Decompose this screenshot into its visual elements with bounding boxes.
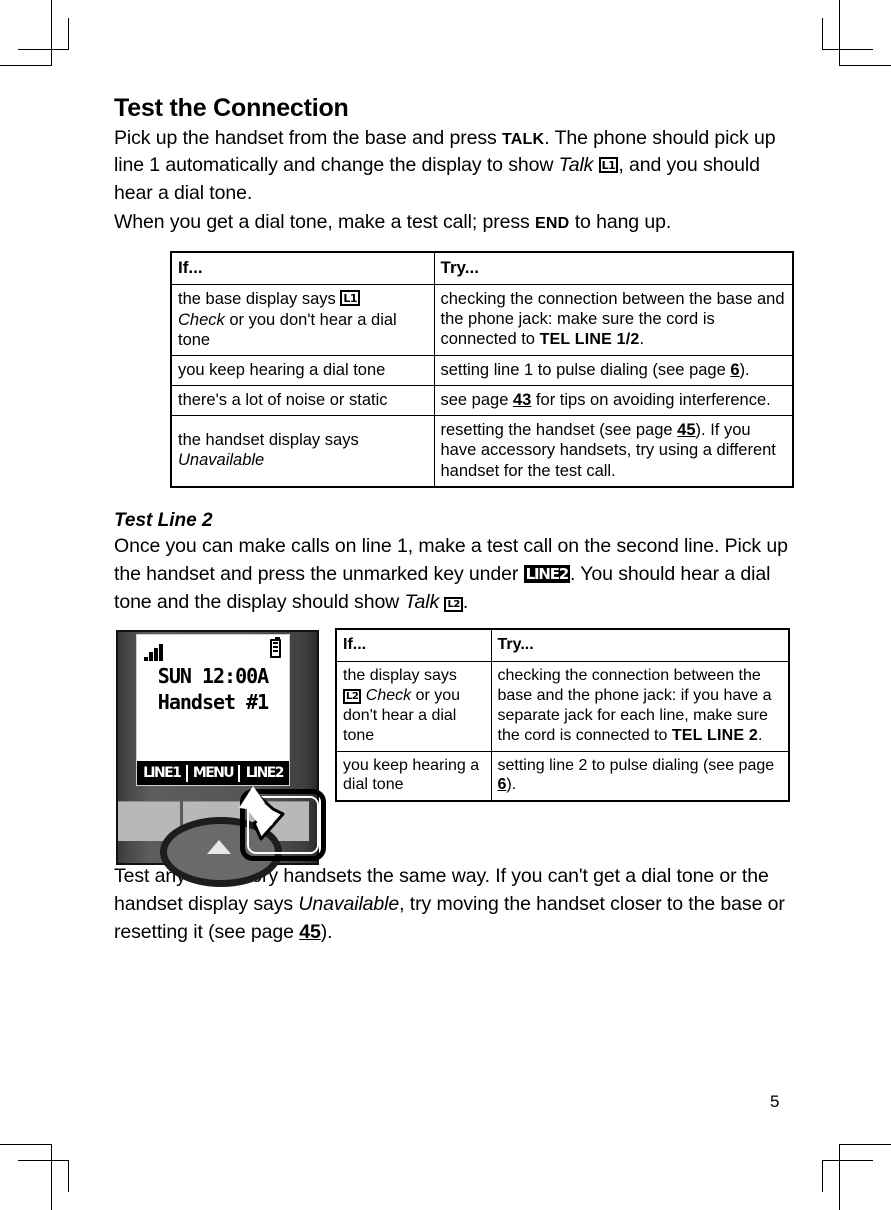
page-content: Test the Connection Pick up the handset … — [114, 94, 794, 948]
table1-row2-try: setting line 1 to pulse dialing (see pag… — [433, 354, 794, 387]
intro-text-2b: to hang up. — [569, 210, 672, 233]
table-header-row: If... Try... — [170, 250, 794, 286]
table-row: the handset display says Unavailable res… — [170, 415, 794, 488]
page-reference-link[interactable]: 6 — [730, 361, 739, 379]
lcd-status-row — [137, 637, 289, 662]
t1r3-try-text-b: for tips on avoiding interference. — [531, 391, 771, 410]
battery-full-icon — [270, 637, 281, 659]
table-header-row: If... Try... — [335, 628, 790, 663]
softkey-menu[interactable]: MENU — [188, 765, 237, 781]
t2r2-try-text-b: ). — [506, 776, 517, 794]
table-row: the display says L2 Check or you don't h… — [335, 661, 790, 752]
intro-text-1a: Pick up the handset from the base and pr… — [114, 126, 502, 149]
table1-row2-if: you keep hearing a dial tone — [170, 354, 435, 387]
crop-mark-bottom-left — [0, 1140, 80, 1210]
table2-row2-try: setting line 2 to pulse dialing (see pag… — [490, 750, 790, 802]
table1-header-try: Try... — [433, 250, 794, 286]
lcd-softkey-bar: LINE1 MENU LINE2 — [137, 761, 289, 786]
line1-indicator-icon: L1 — [340, 290, 361, 307]
table2-header-try: Try... — [490, 628, 790, 663]
line2-indicator-icon: L2 — [343, 689, 362, 705]
line1-indicator-icon: L1 — [598, 157, 619, 174]
line2-indicator-icon: L2 — [444, 596, 463, 612]
signal-bars-icon — [144, 644, 163, 662]
lcd-line-handset-name: Handset #1 — [157, 690, 269, 715]
table-row: you keep hearing a dial tone setting lin… — [170, 354, 794, 387]
lcd-line-datetime: SUN 12:00A — [157, 664, 269, 689]
table-row: the base display says L1 Check or you don… — [170, 284, 794, 356]
table1-row3-try: see page 43 for tips on avoiding interfe… — [433, 385, 794, 417]
troubleshooting-table-line2: If... Try... the display says L2 Check o… — [335, 628, 790, 803]
t2r2-try-text-a: setting line 2 to pulse dialing (see pag… — [497, 756, 775, 774]
t2r1-try-text-b: . — [758, 726, 763, 744]
t1r1-try-text-b: . — [639, 330, 645, 349]
softkey-line1[interactable]: LINE1 — [137, 765, 186, 781]
t1r3-try-text-a: see page — [440, 391, 513, 410]
t2r2-if-text: you keep hearing a dial tone — [343, 756, 480, 794]
table1-row4-if: the handset display says Unavailable — [170, 415, 435, 488]
page-title: Test the Connection — [114, 94, 349, 122]
line2-paragraph: Once you can make calls on line 1, make … — [114, 533, 790, 616]
talk-key-label: TALK — [502, 130, 545, 148]
closing-unavailable: Unavailable — [298, 893, 400, 916]
t2r1-if-text-a: the display says — [343, 667, 457, 685]
t1r1-if-check: Check — [178, 310, 225, 329]
t2r1-if-check: Check — [365, 687, 412, 705]
table-row: there's a lot of noise or static see pag… — [170, 385, 794, 417]
intro-paragraph-2: When you get a dial tone, make a test ca… — [114, 209, 790, 237]
table1-row3-if: there's a lot of noise or static — [170, 385, 435, 417]
tel-line-12-label: TEL LINE 1/2 — [539, 331, 640, 349]
intro-paragraph-1: Pick up the handset from the base and pr… — [114, 125, 790, 208]
talk-display-word: Talk — [558, 154, 594, 177]
line2-text-c: . — [462, 590, 469, 613]
table1-header-if: If... — [170, 250, 435, 286]
t1r2-try-text-a: setting line 1 to pulse dialing (see pag… — [440, 361, 731, 379]
softkey-line2[interactable]: LINE2 — [240, 765, 289, 781]
page-number: 5 — [770, 1092, 780, 1111]
table2-row2-if: you keep hearing a dial tone — [335, 750, 492, 802]
section-title-test-line-2: Test Line 2 — [114, 509, 213, 531]
crop-mark-bottom-right — [811, 1140, 891, 1210]
table-row: you keep hearing a dial tone setting lin… — [335, 750, 790, 802]
table2-row1-try: checking the connection between the base… — [490, 661, 790, 752]
intro-text-2a: When you get a dial tone, make a test ca… — [114, 210, 535, 233]
t1r2-try-text-b: ). — [739, 361, 750, 379]
t1r4-if-text: the handset display says — [178, 431, 359, 450]
page-reference-link[interactable]: 45 — [299, 921, 321, 943]
callout-highlight-box — [240, 789, 326, 862]
t1r1-if-text-a: the base display says — [178, 290, 341, 309]
closing-text-c: ). — [320, 920, 333, 943]
figure-and-table-row: SUN 12:00A Handset #1 LINE1 MENU LINE2 I… — [114, 628, 790, 888]
t1r2-if-text: you keep hearing a dial tone — [178, 361, 386, 379]
talk-display-word: Talk — [404, 590, 440, 613]
table1-row1-if: the base display says L1 Check or you don… — [170, 284, 435, 356]
t1r4-try-text-a: resetting the handset (see page — [440, 421, 678, 440]
end-key-label: END — [534, 214, 570, 232]
troubleshooting-table-line1: If... Try... the base display says L1 Che… — [170, 250, 794, 488]
table2-header-if: If... — [335, 628, 492, 663]
line2-softkey-label: LINE2 — [523, 565, 570, 584]
table2-row1-if: the display says L2 Check or you don't h… — [335, 661, 492, 752]
handset-illustration: SUN 12:00A Handset #1 LINE1 MENU LINE2 — [114, 628, 326, 888]
tel-line-2-label: TEL LINE 2 — [671, 726, 758, 744]
table1-row4-try: resetting the handset (see page 45). If … — [433, 415, 794, 488]
t1r4-if-unavailable: Unavailable — [178, 451, 265, 470]
handset-lcd-screen: SUN 12:00A Handset #1 LINE1 MENU LINE2 — [136, 634, 290, 787]
page-reference-link[interactable]: 45 — [677, 421, 695, 439]
t1r3-if-text: there's a lot of noise or static — [178, 391, 388, 410]
table1-row1-try: checking the connection between the base… — [433, 284, 794, 356]
page-reference-link[interactable]: 43 — [513, 391, 531, 409]
crop-mark-top-right — [811, 0, 891, 70]
crop-mark-top-left — [0, 0, 80, 70]
